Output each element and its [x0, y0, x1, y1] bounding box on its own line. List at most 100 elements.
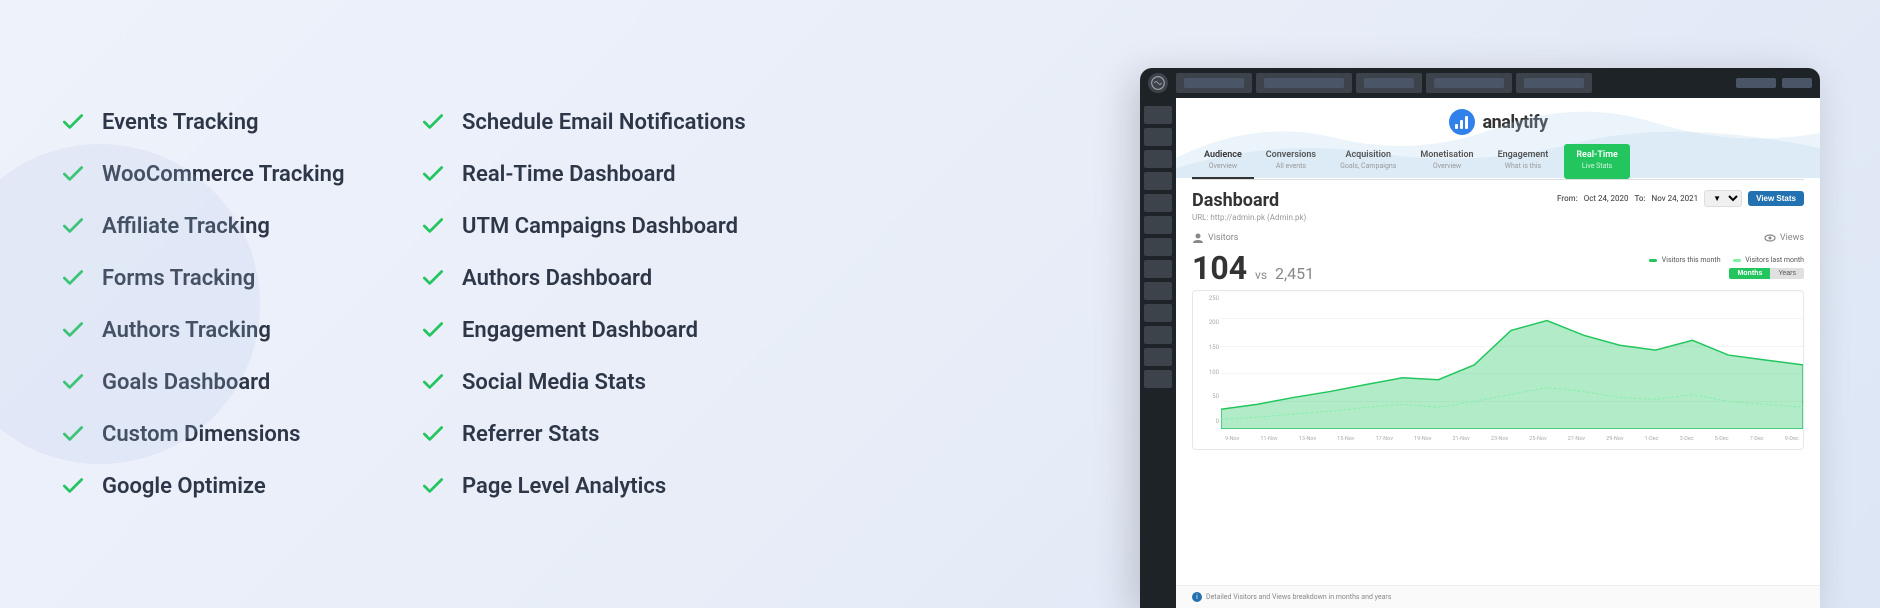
feature-label: Schedule Email Notifications	[462, 110, 746, 135]
view-stats-button[interactable]: View Stats	[1748, 191, 1804, 206]
nav-tab-conversions[interactable]: ConversionsAll events	[1254, 144, 1328, 179]
check-icon	[420, 265, 446, 291]
dash-title-section: Dashboard URL: http://admin.pk (Admin.pk…	[1192, 190, 1306, 222]
dash-date-row: From: Oct 24, 2020 To: Nov 24, 2021 ▼ Vi…	[1557, 190, 1804, 207]
feature-item-realtime-dashboard: Real-Time Dashboard	[420, 161, 746, 187]
check-icon	[420, 213, 446, 239]
chart-area: 250 200 150 100 50 0	[1192, 290, 1804, 450]
check-icon	[420, 317, 446, 343]
legend-this-month: Visitors this month	[1649, 256, 1721, 264]
info-icon: i	[1192, 592, 1202, 602]
sidebar-item-block	[1144, 348, 1172, 366]
sidebar	[1140, 98, 1176, 608]
feature-label: Google Optimize	[102, 474, 266, 499]
dashboard-body: analytify AudienceOverviewConversionsAll…	[1140, 98, 1820, 608]
sidebar-item-block	[1144, 260, 1172, 278]
sidebar-item-block	[1144, 128, 1172, 146]
sidebar-item-block	[1144, 150, 1172, 168]
feature-item-utm-campaigns: UTM Campaigns Dashboard	[420, 213, 746, 239]
feature-item-page-level-analytics: Page Level Analytics	[420, 473, 746, 499]
feature-label: UTM Campaigns Dashboard	[462, 214, 738, 239]
wp-admin-right	[1736, 78, 1812, 88]
metrics-row: Visitors Views	[1192, 232, 1804, 244]
years-button[interactable]: Years	[1770, 268, 1804, 279]
nav-tab-monetisation[interactable]: MonetisationOverview	[1408, 144, 1485, 179]
check-icon	[420, 473, 446, 499]
sidebar-item-block	[1144, 106, 1172, 124]
visitors-metric-label: Visitors	[1192, 232, 1238, 244]
nav-tabs: AudienceOverviewConversionsAll eventsAcq…	[1192, 144, 1804, 180]
wp-admin-right-bar	[1736, 78, 1776, 88]
dash-url: URL: http://admin.pk (Admin.pk)	[1192, 213, 1306, 222]
check-icon	[60, 109, 86, 135]
feature-item-social-media-stats: Social Media Stats	[420, 369, 746, 395]
dash-title: Dashboard	[1192, 190, 1306, 211]
nav-tab-engagement[interactable]: EngagementWhat is this	[1486, 144, 1561, 179]
sidebar-item-block	[1144, 370, 1172, 388]
feature-label: Engagement Dashboard	[462, 318, 698, 343]
feature-label: Events Tracking	[102, 110, 259, 135]
visitors-count-row: 104 vs 2,451	[1192, 252, 1314, 284]
legend-dot-this-month	[1649, 259, 1657, 262]
chart-legend: Visitors this month Visitors last month	[1649, 256, 1804, 264]
wp-admin-bar	[1140, 68, 1820, 98]
feature-item-google-optimize: Google Optimize	[60, 473, 360, 499]
dash-footer: i Detailed Visitors and Views breakdown …	[1176, 585, 1820, 608]
check-icon	[420, 421, 446, 447]
dash-title-row: Dashboard URL: http://admin.pk (Admin.pk…	[1192, 190, 1804, 222]
nav-tab-acquisition[interactable]: AcquisitionGoals, Campaigns	[1328, 144, 1408, 179]
chart-xaxis: 9-Nov 11-Nov 13-Nov 15-Nov 17-Nov 19-Nov…	[1221, 429, 1803, 449]
analytify-header: analytify AudienceOverviewConversionsAll…	[1176, 98, 1820, 180]
check-icon	[60, 473, 86, 499]
check-icon	[420, 109, 446, 135]
feature-item-referrer-stats: Referrer Stats	[420, 421, 746, 447]
nav-tab-audience[interactable]: AudienceOverview	[1192, 144, 1254, 179]
chart-svg-container	[1221, 291, 1803, 429]
feature-item-engagement-dashboard: Engagement Dashboard	[420, 317, 746, 343]
visitors-vs: vs	[1255, 268, 1267, 282]
chart-controls: Visitors this month Visitors last month …	[1649, 256, 1804, 279]
check-icon	[420, 369, 446, 395]
sidebar-item-block	[1144, 304, 1172, 322]
dash-content: Dashboard URL: http://admin.pk (Admin.pk…	[1176, 180, 1820, 585]
dash-date-from: Oct 24, 2020	[1584, 194, 1629, 203]
feature-item-authors-dashboard: Authors Dashboard	[420, 265, 746, 291]
date-select[interactable]: ▼	[1704, 190, 1742, 207]
feature-item-events-tracking: Events Tracking	[60, 109, 360, 135]
wp-admin-items	[1176, 73, 1728, 93]
wp-admin-item	[1356, 73, 1422, 93]
sidebar-item-block	[1144, 282, 1172, 300]
feature-column-2: Schedule Email Notifications Real-Time D…	[420, 109, 746, 499]
legend-dot-last-month	[1733, 259, 1741, 262]
wp-logo-icon	[1148, 73, 1168, 93]
check-icon	[420, 161, 446, 187]
dash-footer-text: Detailed Visitors and Views breakdown in…	[1206, 593, 1391, 601]
wp-admin-right-bar	[1782, 78, 1812, 88]
nav-tab-real-time[interactable]: Real-TimeLive Stats	[1564, 144, 1630, 179]
dashboard-preview: analytify AudienceOverviewConversionsAll…	[1140, 68, 1820, 608]
dash-date-to: Nov 24, 2021	[1652, 194, 1699, 203]
dash-date-to-label: To:	[1635, 194, 1646, 203]
views-icon	[1764, 232, 1776, 244]
content-area: Events Tracking WooCommerce Tracking Aff…	[0, 0, 1880, 608]
dash-date-from-label: From:	[1557, 194, 1578, 203]
sidebar-item-block	[1144, 194, 1172, 212]
chart-yaxis: 250 200 150 100 50 0	[1193, 291, 1221, 429]
sidebar-item-block	[1144, 326, 1172, 344]
feature-label: Referrer Stats	[462, 422, 599, 447]
visitors-icon	[1192, 232, 1204, 244]
wp-admin-item	[1516, 73, 1592, 93]
sidebar-item-block	[1144, 216, 1172, 234]
wp-admin-item	[1256, 73, 1352, 93]
visitors-compare: 2,451	[1275, 264, 1314, 283]
wp-admin-item	[1426, 73, 1512, 93]
feature-label: Real-Time Dashboard	[462, 162, 676, 187]
main-content: analytify AudienceOverviewConversionsAll…	[1176, 98, 1820, 608]
wp-admin-item	[1176, 73, 1252, 93]
feature-label: Authors Dashboard	[462, 266, 652, 291]
visitors-count: 104	[1192, 249, 1247, 287]
feature-label: Social Media Stats	[462, 370, 646, 395]
months-button[interactable]: Months	[1729, 268, 1770, 279]
views-metric-label: Views	[1764, 232, 1804, 244]
feature-label: Page Level Analytics	[462, 474, 666, 499]
